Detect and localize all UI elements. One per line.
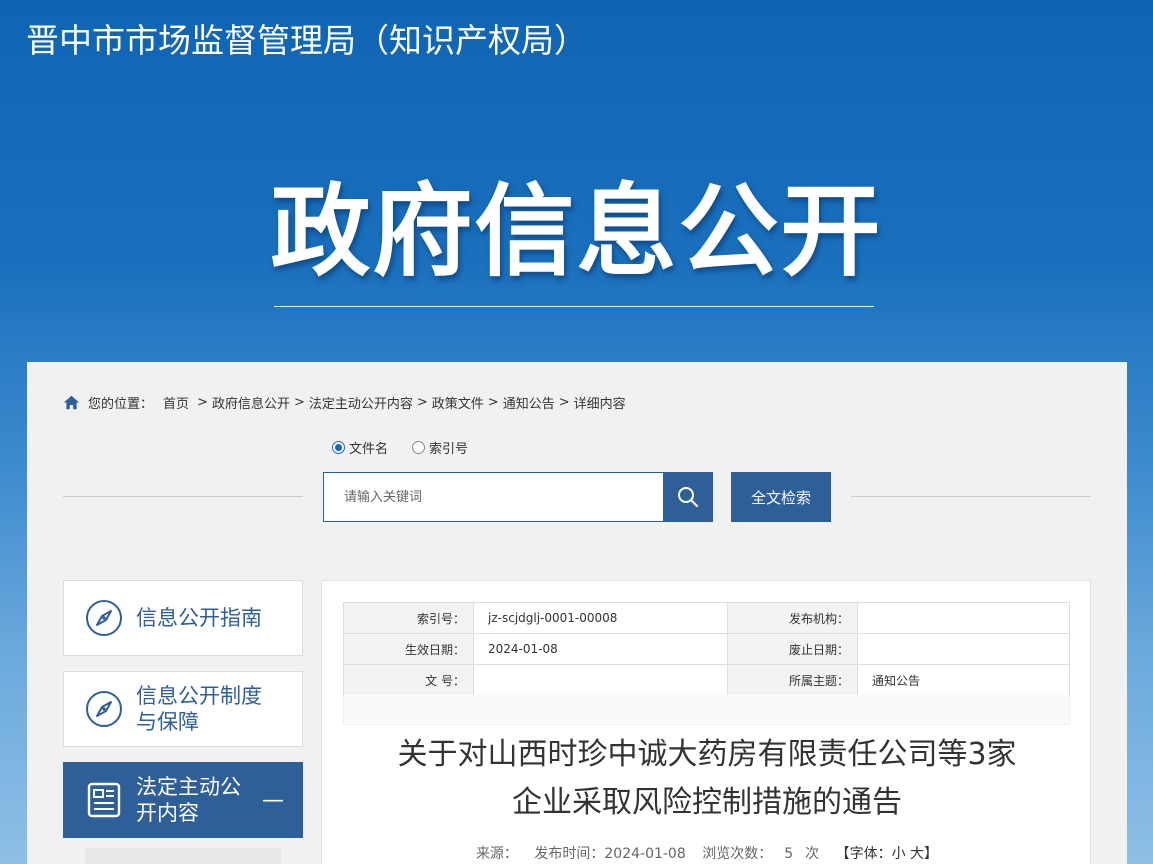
article-content: 索引号： jz-scjdglj-0001-00008 发布机构： 生效日期： 2… [321,580,1091,864]
sidebar-item-statutory[interactable]: 法定主动公开内容 — [63,762,303,838]
sidebar-item-label: 信息公开指南 [136,606,262,630]
publish-time: 发布时间：2024-01-08 [534,846,686,862]
compass-icon [86,691,122,727]
hero-title: 政府信息公开 [270,173,883,290]
home-icon [63,395,80,409]
doc-no-label: 文 号： [343,664,474,696]
effective-date-value: 2024-01-08 [473,633,728,665]
article-title-line2: 企业采取风险控制措施的通告 [512,785,902,820]
metadata-table: 索引号： jz-scjdglj-0001-00008 发布机构： 生效日期： 2… [343,602,1070,696]
sidebar-subitem[interactable] [85,848,281,864]
document-list-icon [87,782,121,818]
metadata-footer [343,695,1070,725]
radio-index-no[interactable]: 索引号 [412,438,468,457]
expire-date-value [857,633,1070,665]
radio-dot-checked[interactable] [332,441,345,454]
search-button[interactable] [663,472,713,522]
topic-value: 通知公告 [857,664,1070,696]
publisher-label: 发布机构： [727,602,858,634]
sidebar-item-label: 信息公开制度与保障 [136,684,262,734]
publisher-value [857,602,1070,634]
search-type-radios: 文件名 索引号 [332,438,492,457]
radio-dot[interactable] [412,441,426,454]
collapse-icon[interactable]: — [262,788,284,813]
article-title-line1: 关于对山西时珍中诚大药房有限责任公司等3家 [397,737,1017,772]
search-icon [678,487,699,508]
site-title: 晋中市市场监督管理局（知识产权局） [26,21,587,60]
article-info: 来源： 发布时间：2024-01-08 浏览次数： 5 次 【字体：小 大】 [322,843,1092,863]
breadcrumb-detail: 详细内容 [573,396,626,412]
index-no-label: 索引号： [343,602,474,634]
breadcrumb-label: 您的位置： [88,396,154,412]
views-unit: 次 [805,846,820,862]
breadcrumb: 您的位置： 首页 > 政府信息公开 > 法定主动公开内容 > 政策文件 > 通知… [63,392,626,412]
main-panel: 您的位置： 首页 > 政府信息公开 > 法定主动公开内容 > 政策文件 > 通知… [27,362,1127,864]
fulltext-search-button[interactable]: 全文检索 [731,472,831,522]
breadcrumb-home[interactable]: 首页 [163,393,189,412]
topic-label: 所属主题： [727,664,858,696]
article-title: 关于对山西时珍中诚大药房有限责任公司等3家 企业采取风险控制措施的通告 [362,731,1052,827]
index-no-value: jz-scjdglj-0001-00008 [473,602,728,634]
breadcrumb-statutory[interactable]: 法定主动公开内容 [309,393,413,412]
breadcrumb-notice[interactable]: 通知公告 [503,393,555,412]
divider-left [63,496,303,497]
divider-right [851,496,1091,497]
breadcrumb-policy[interactable]: 政策文件 [432,393,484,412]
breadcrumb-gov-info[interactable]: 政府信息公开 [212,393,290,412]
radio-filename[interactable]: 文件名 [332,438,388,457]
views-count: 5 [784,846,794,862]
search-input[interactable] [323,472,664,522]
source-label: 来源： [475,846,518,862]
font-size-control[interactable]: 【字体：小 大】 [836,846,938,862]
doc-no-value [473,664,728,696]
views-label: 浏览次数： [702,846,773,862]
hero-divider [274,306,874,307]
sidebar-item-label: 法定主动公开内容 [136,775,241,825]
compass-icon [86,600,122,636]
sidebar-item-guide[interactable]: 信息公开指南 [63,580,303,656]
expire-date-label: 废止日期： [727,633,858,665]
effective-date-label: 生效日期： [343,633,474,665]
sidebar-item-system[interactable]: 信息公开制度与保障 [63,671,303,747]
